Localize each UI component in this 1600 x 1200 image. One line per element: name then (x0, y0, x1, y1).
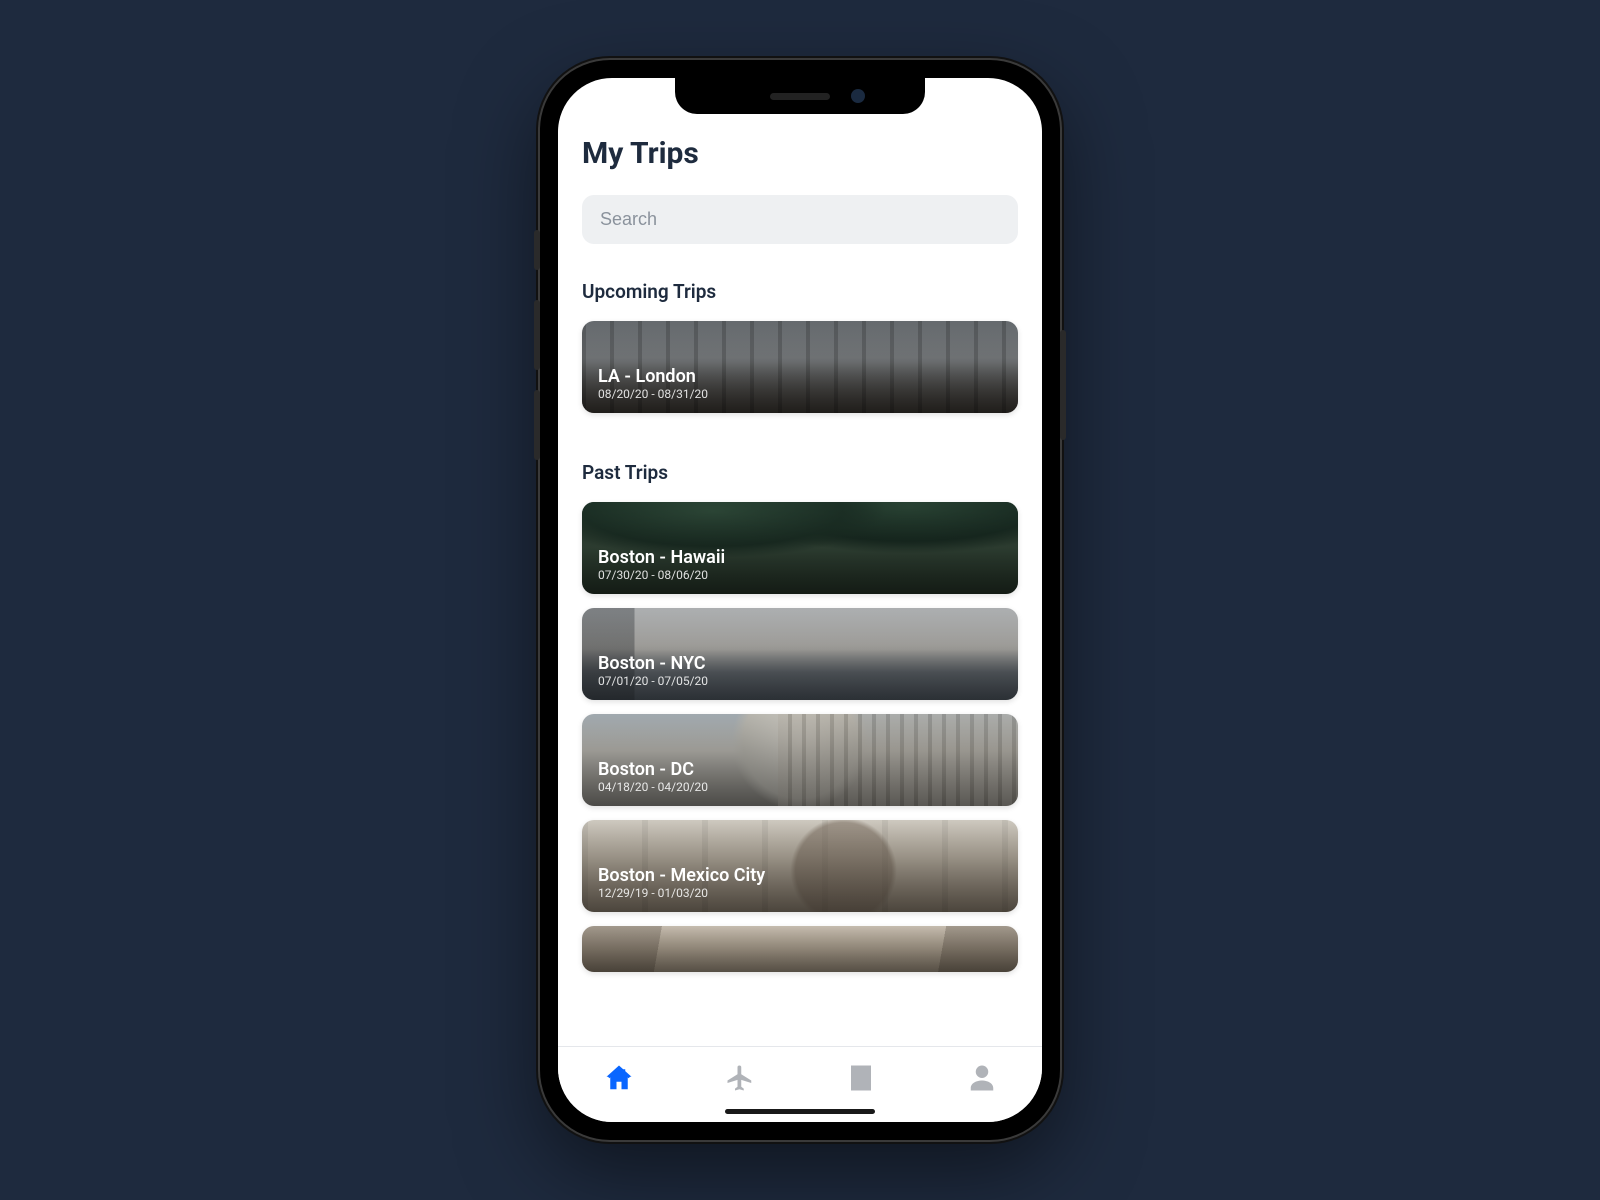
home-icon (604, 1063, 634, 1093)
search-input[interactable] (582, 195, 1018, 244)
plane-icon (725, 1063, 755, 1093)
building-icon (846, 1063, 876, 1093)
upcoming-trip-list: LA - London08/20/20 - 08/31/20 (582, 321, 1018, 413)
trip-card[interactable]: LA - London08/20/20 - 08/31/20 (582, 321, 1018, 413)
trip-card[interactable] (582, 926, 1018, 972)
mute-switch (534, 230, 540, 270)
trip-card-dates: 07/01/20 - 07/05/20 (598, 674, 1002, 688)
home-indicator[interactable] (725, 1109, 875, 1114)
volume-down-button (534, 390, 540, 460)
speaker-grille (770, 93, 830, 100)
trip-card-dates: 07/30/20 - 08/06/20 (598, 568, 1002, 582)
trip-card-dates: 04/18/20 - 04/20/20 (598, 780, 1002, 794)
tab-profile[interactable] (960, 1056, 1004, 1100)
trip-card-title: Boston - NYC (598, 653, 1002, 674)
trip-card-title: Boston - DC (598, 759, 1002, 780)
section-title-past: Past Trips (582, 461, 1018, 484)
phone-frame: My Trips Upcoming Trips LA - London08/20… (540, 60, 1060, 1140)
content-scroll[interactable]: My Trips Upcoming Trips LA - London08/20… (558, 78, 1042, 1046)
trip-card-title: Boston - Mexico City (598, 865, 1002, 886)
section-title-upcoming: Upcoming Trips (582, 280, 1018, 303)
trip-card-overlay (582, 926, 1018, 972)
power-button (1060, 330, 1066, 440)
page-title: My Trips (582, 136, 1018, 171)
trip-card-title: LA - London (598, 366, 1002, 387)
front-camera (851, 89, 865, 103)
tab-home[interactable] (597, 1056, 641, 1100)
trip-card-title: Boston - Hawaii (598, 547, 1002, 568)
notch (675, 78, 925, 114)
trip-card-dates: 12/29/19 - 01/03/20 (598, 886, 1002, 900)
screen: My Trips Upcoming Trips LA - London08/20… (558, 78, 1042, 1122)
tab-flights[interactable] (718, 1056, 762, 1100)
volume-up-button (534, 300, 540, 370)
trip-card[interactable]: Boston - NYC07/01/20 - 07/05/20 (582, 608, 1018, 700)
trip-card[interactable]: Boston - DC04/18/20 - 04/20/20 (582, 714, 1018, 806)
person-icon (967, 1063, 997, 1093)
tab-hotels[interactable] (839, 1056, 883, 1100)
trip-card[interactable]: Boston - Mexico City12/29/19 - 01/03/20 (582, 820, 1018, 912)
trip-card[interactable]: Boston - Hawaii07/30/20 - 08/06/20 (582, 502, 1018, 594)
trip-card-dates: 08/20/20 - 08/31/20 (598, 387, 1002, 401)
past-trip-list: Boston - Hawaii07/30/20 - 08/06/20Boston… (582, 502, 1018, 972)
